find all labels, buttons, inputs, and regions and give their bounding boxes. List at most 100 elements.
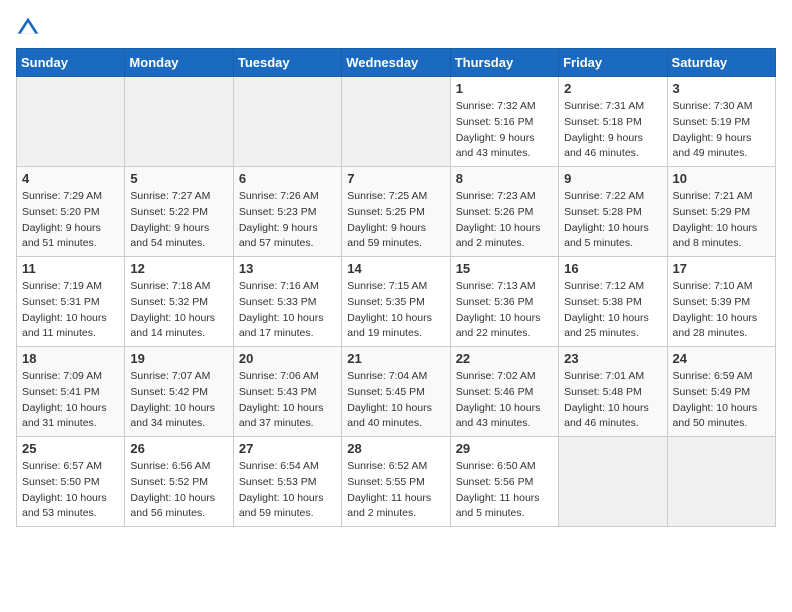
day-number: 27 — [239, 441, 336, 456]
header-cell-thursday: Thursday — [450, 49, 558, 77]
day-number: 11 — [22, 261, 119, 276]
day-info: Sunrise: 7:06 AMSunset: 5:43 PMDaylight:… — [239, 369, 336, 432]
day-info: Sunrise: 7:19 AMSunset: 5:31 PMDaylight:… — [22, 279, 119, 342]
day-number: 6 — [239, 171, 336, 186]
day-number: 15 — [456, 261, 553, 276]
day-cell: 22 Sunrise: 7:02 AMSunset: 5:46 PMDayligh… — [450, 347, 558, 437]
day-info: Sunrise: 7:23 AMSunset: 5:26 PMDaylight:… — [456, 189, 553, 252]
page-header — [16, 16, 776, 40]
calendar-header: SundayMondayTuesdayWednesdayThursdayFrid… — [17, 49, 776, 77]
day-cell: 1 Sunrise: 7:32 AMSunset: 5:16 PMDaylight… — [450, 77, 558, 167]
logo — [16, 16, 44, 40]
day-cell: 4 Sunrise: 7:29 AMSunset: 5:20 PMDaylight… — [17, 167, 125, 257]
day-info: Sunrise: 7:31 AMSunset: 5:18 PMDaylight:… — [564, 99, 661, 162]
day-number: 23 — [564, 351, 661, 366]
day-cell: 20 Sunrise: 7:06 AMSunset: 5:43 PMDayligh… — [233, 347, 341, 437]
day-info: Sunrise: 7:16 AMSunset: 5:33 PMDaylight:… — [239, 279, 336, 342]
day-cell: 14 Sunrise: 7:15 AMSunset: 5:35 PMDayligh… — [342, 257, 450, 347]
week-row-5: 25 Sunrise: 6:57 AMSunset: 5:50 PMDayligh… — [17, 437, 776, 527]
day-number: 9 — [564, 171, 661, 186]
day-cell: 25 Sunrise: 6:57 AMSunset: 5:50 PMDayligh… — [17, 437, 125, 527]
day-cell: 23 Sunrise: 7:01 AMSunset: 5:48 PMDayligh… — [559, 347, 667, 437]
day-cell: 18Sunrise: 7:09 AMSunset: 5:41 PMDayligh… — [17, 347, 125, 437]
day-cell: 9Sunrise: 7:22 AMSunset: 5:28 PMDaylight… — [559, 167, 667, 257]
day-number: 29 — [456, 441, 553, 456]
day-number: 19 — [130, 351, 227, 366]
day-cell: 19 Sunrise: 7:07 AMSunset: 5:42 PMDayligh… — [125, 347, 233, 437]
day-info: Sunrise: 7:27 AMSunset: 5:22 PMDaylight:… — [130, 189, 227, 252]
day-info: Sunrise: 6:56 AMSunset: 5:52 PMDaylight:… — [130, 459, 227, 522]
day-cell: 13 Sunrise: 7:16 AMSunset: 5:33 PMDayligh… — [233, 257, 341, 347]
day-info: Sunrise: 7:02 AMSunset: 5:46 PMDaylight:… — [456, 369, 553, 432]
day-info: Sunrise: 7:18 AMSunset: 5:32 PMDaylight:… — [130, 279, 227, 342]
day-number: 1 — [456, 81, 553, 96]
day-cell: 10 Sunrise: 7:21 AMSunset: 5:29 PMDayligh… — [667, 167, 775, 257]
day-info: Sunrise: 7:13 AMSunset: 5:36 PMDaylight:… — [456, 279, 553, 342]
day-info: Sunrise: 7:21 AMSunset: 5:29 PMDaylight:… — [673, 189, 770, 252]
header-cell-sunday: Sunday — [17, 49, 125, 77]
day-number: 4 — [22, 171, 119, 186]
day-number: 28 — [347, 441, 444, 456]
day-cell: 17 Sunrise: 7:10 AMSunset: 5:39 PMDayligh… — [667, 257, 775, 347]
day-number: 8 — [456, 171, 553, 186]
day-cell: 28 Sunrise: 6:52 AMSunset: 5:55 PMDayligh… — [342, 437, 450, 527]
day-cell — [17, 77, 125, 167]
day-info: Sunrise: 7:30 AMSunset: 5:19 PMDaylight:… — [673, 99, 770, 162]
day-cell: 2Sunrise: 7:31 AMSunset: 5:18 PMDaylight… — [559, 77, 667, 167]
day-number: 25 — [22, 441, 119, 456]
day-info: Sunrise: 7:09 AMSunset: 5:41 PMDaylight:… — [22, 369, 119, 432]
header-cell-wednesday: Wednesday — [342, 49, 450, 77]
day-number: 16 — [564, 261, 661, 276]
day-number: 26 — [130, 441, 227, 456]
day-info: Sunrise: 6:57 AMSunset: 5:50 PMDaylight:… — [22, 459, 119, 522]
day-info: Sunrise: 6:50 AMSunset: 5:56 PMDaylight:… — [456, 459, 553, 522]
header-row: SundayMondayTuesdayWednesdayThursdayFrid… — [17, 49, 776, 77]
calendar-table: SundayMondayTuesdayWednesdayThursdayFrid… — [16, 48, 776, 527]
day-number: 17 — [673, 261, 770, 276]
day-info: Sunrise: 7:15 AMSunset: 5:35 PMDaylight:… — [347, 279, 444, 342]
day-cell: 24 Sunrise: 6:59 AMSunset: 5:49 PMDayligh… — [667, 347, 775, 437]
day-number: 20 — [239, 351, 336, 366]
day-info: Sunrise: 7:10 AMSunset: 5:39 PMDaylight:… — [673, 279, 770, 342]
day-cell: 7 Sunrise: 7:25 AMSunset: 5:25 PMDaylight… — [342, 167, 450, 257]
day-number: 14 — [347, 261, 444, 276]
logo-icon — [16, 16, 40, 40]
day-number: 24 — [673, 351, 770, 366]
day-info: Sunrise: 6:59 AMSunset: 5:49 PMDaylight:… — [673, 369, 770, 432]
week-row-3: 11 Sunrise: 7:19 AMSunset: 5:31 PMDayligh… — [17, 257, 776, 347]
day-cell: 6 Sunrise: 7:26 AMSunset: 5:23 PMDaylight… — [233, 167, 341, 257]
header-cell-friday: Friday — [559, 49, 667, 77]
day-info: Sunrise: 6:52 AMSunset: 5:55 PMDaylight:… — [347, 459, 444, 522]
header-cell-saturday: Saturday — [667, 49, 775, 77]
day-cell: 16 Sunrise: 7:12 AMSunset: 5:38 PMDayligh… — [559, 257, 667, 347]
day-cell: 15 Sunrise: 7:13 AMSunset: 5:36 PMDayligh… — [450, 257, 558, 347]
day-cell — [667, 437, 775, 527]
week-row-2: 4 Sunrise: 7:29 AMSunset: 5:20 PMDaylight… — [17, 167, 776, 257]
day-cell — [233, 77, 341, 167]
day-info: Sunrise: 7:12 AMSunset: 5:38 PMDaylight:… — [564, 279, 661, 342]
day-number: 22 — [456, 351, 553, 366]
day-info: Sunrise: 7:07 AMSunset: 5:42 PMDaylight:… — [130, 369, 227, 432]
day-cell: 11 Sunrise: 7:19 AMSunset: 5:31 PMDayligh… — [17, 257, 125, 347]
day-number: 5 — [130, 171, 227, 186]
day-info: Sunrise: 6:54 AMSunset: 5:53 PMDaylight:… — [239, 459, 336, 522]
header-cell-monday: Monday — [125, 49, 233, 77]
day-cell: 12 Sunrise: 7:18 AMSunset: 5:32 PMDayligh… — [125, 257, 233, 347]
day-info: Sunrise: 7:29 AMSunset: 5:20 PMDaylight:… — [22, 189, 119, 252]
day-number: 10 — [673, 171, 770, 186]
day-number: 12 — [130, 261, 227, 276]
day-info: Sunrise: 7:01 AMSunset: 5:48 PMDaylight:… — [564, 369, 661, 432]
day-info: Sunrise: 7:25 AMSunset: 5:25 PMDaylight:… — [347, 189, 444, 252]
day-number: 3 — [673, 81, 770, 96]
day-info: Sunrise: 7:26 AMSunset: 5:23 PMDaylight:… — [239, 189, 336, 252]
day-number: 21 — [347, 351, 444, 366]
day-number: 7 — [347, 171, 444, 186]
day-cell: 8 Sunrise: 7:23 AMSunset: 5:26 PMDaylight… — [450, 167, 558, 257]
week-row-1: 1 Sunrise: 7:32 AMSunset: 5:16 PMDaylight… — [17, 77, 776, 167]
day-cell — [125, 77, 233, 167]
day-info: Sunrise: 7:32 AMSunset: 5:16 PMDaylight:… — [456, 99, 553, 162]
day-info: Sunrise: 7:04 AMSunset: 5:45 PMDaylight:… — [347, 369, 444, 432]
day-cell: 5 Sunrise: 7:27 AMSunset: 5:22 PMDaylight… — [125, 167, 233, 257]
day-cell: 27 Sunrise: 6:54 AMSunset: 5:53 PMDayligh… — [233, 437, 341, 527]
day-number: 13 — [239, 261, 336, 276]
